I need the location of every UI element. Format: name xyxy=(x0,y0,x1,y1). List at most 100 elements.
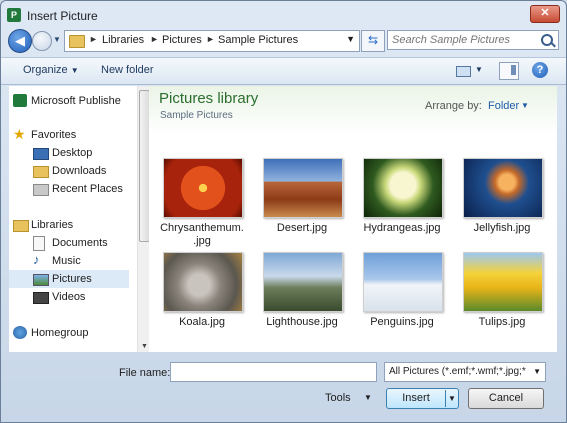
homegroup-icon xyxy=(13,326,27,339)
tools-chevron-down-icon[interactable]: ▼ xyxy=(364,393,372,402)
file-name: Hydrangeas.jpg xyxy=(363,222,441,234)
file-list: Pictures library Sample Pictures Arrange… xyxy=(149,86,557,352)
sidebar-item-label: Downloads xyxy=(52,165,107,177)
breadcrumb-sample-pictures[interactable]: Sample Pictures xyxy=(218,34,298,46)
jellyfish-thumbnail xyxy=(463,158,543,218)
sidebar-item-label: Documents xyxy=(52,237,108,249)
sidebar-item-label: Pictures xyxy=(52,273,92,285)
organize-button[interactable]: Organize ▼ xyxy=(23,64,79,76)
sidebar-item-label: Music xyxy=(52,255,81,267)
sidebar-item-recent-places[interactable]: Recent Places xyxy=(9,180,129,198)
desert-thumbnail xyxy=(263,158,343,218)
search-icon[interactable] xyxy=(541,34,553,46)
change-view-icon[interactable] xyxy=(456,66,471,77)
chrysanthemum-thumbnail xyxy=(163,158,243,218)
videos-icon xyxy=(33,292,49,304)
navigation-pane: Microsoft Publishe ★ Favorites Desktop D… xyxy=(9,86,150,352)
address-bar[interactable]: ► Libraries ► Pictures ► Sample Pictures… xyxy=(64,30,360,52)
recent-locations-chevron-icon[interactable]: ▼ xyxy=(53,35,61,44)
navigation-bar: ◀ ▼ ► Libraries ► Pictures ► Sample Pict… xyxy=(1,29,566,53)
insert-picture-dialog: P Insert Picture ✕ ◀ ▼ ► Libraries ► Pic… xyxy=(0,0,567,423)
sidebar-item-libraries[interactable]: Libraries xyxy=(9,216,129,234)
sidebar-item-pictures[interactable]: Pictures xyxy=(9,270,129,288)
sidebar-item-microsoft-publisher[interactable]: Microsoft Publishe xyxy=(9,92,129,110)
sidebar-item-label: Videos xyxy=(52,291,86,303)
recent-places-icon xyxy=(33,184,49,196)
view-options-chevron-icon[interactable]: ▼ xyxy=(475,65,483,74)
command-toolbar: Organize ▼ New folder ▼ ? xyxy=(1,57,566,85)
lighthouse-thumbnail xyxy=(263,252,343,312)
title-bar: P Insert Picture ✕ xyxy=(1,1,566,29)
sidebar-item-label: Microsoft Publishe xyxy=(31,95,121,107)
tools-button[interactable]: Tools xyxy=(325,392,351,404)
sidebar-item-favorites[interactable]: ★ Favorites xyxy=(9,126,129,144)
library-subtitle: Sample Pictures xyxy=(160,110,233,121)
music-icon: ♪ xyxy=(33,252,40,267)
breadcrumb-separator-icon[interactable]: ► xyxy=(150,34,159,44)
sidebar-item-label: Favorites xyxy=(31,129,77,141)
sidebar-item-downloads[interactable]: Downloads xyxy=(9,162,129,180)
documents-icon xyxy=(33,236,45,251)
file-name: Jellyfish.jpg xyxy=(473,222,531,234)
insert-options-chevron-icon[interactable]: ▼ xyxy=(448,389,456,408)
close-button[interactable]: ✕ xyxy=(530,5,560,23)
folder-icon xyxy=(69,35,85,48)
hydrangeas-thumbnail xyxy=(363,158,443,218)
sidebar-item-label: Libraries xyxy=(31,219,74,231)
file-name: Chrysanthemum. .jpg xyxy=(160,222,244,247)
insert-label: Insert xyxy=(402,392,430,404)
split-divider xyxy=(445,390,446,407)
search-box[interactable] xyxy=(387,30,559,50)
sidebar-item-music[interactable]: ♪ Music xyxy=(9,252,129,270)
forward-button[interactable] xyxy=(32,31,52,51)
desktop-icon xyxy=(33,148,49,160)
chevron-down-icon: ▼ xyxy=(70,66,79,75)
insert-button[interactable]: Insert ▼ xyxy=(386,388,459,409)
downloads-icon xyxy=(33,166,49,178)
sidebar-item-label: Recent Places xyxy=(52,183,123,195)
preview-pane-button[interactable] xyxy=(499,62,519,80)
koala-thumbnail xyxy=(163,252,243,312)
breadcrumb-pictures[interactable]: Pictures xyxy=(162,34,202,46)
scroll-down-arrow-icon[interactable]: ▼ xyxy=(141,343,148,350)
file-name-input[interactable] xyxy=(170,362,377,382)
refresh-button[interactable]: ⇆ xyxy=(361,30,385,52)
breadcrumb-libraries[interactable]: Libraries xyxy=(102,34,144,46)
file-name: Penguins.jpg xyxy=(370,316,434,328)
sidebar-item-label: Desktop xyxy=(52,147,93,159)
breadcrumb-separator-icon[interactable]: ► xyxy=(89,34,98,44)
back-button[interactable]: ◀ xyxy=(8,29,32,53)
file-name: Tulips.jpg xyxy=(478,316,526,328)
address-dropdown-icon[interactable]: ▼ xyxy=(346,34,355,44)
publisher-icon xyxy=(13,94,27,107)
file-name: Koala.jpg xyxy=(179,316,225,328)
organize-label: Organize xyxy=(23,64,68,76)
pictures-icon xyxy=(33,274,49,286)
sidebar-item-label: Homegroup xyxy=(31,327,89,339)
arrange-by-label: Arrange by: xyxy=(425,100,482,112)
file-name: Desert.jpg xyxy=(276,222,328,234)
tulips-thumbnail xyxy=(463,252,543,312)
file-type-filter-value: All Pictures (*.emf;*.wmf;*.jpg;* xyxy=(389,366,526,377)
dialog-footer: File name: All Pictures (*.emf;*.wmf;*.j… xyxy=(1,356,566,422)
sidebar-item-desktop[interactable]: Desktop xyxy=(9,144,129,162)
cancel-button[interactable]: Cancel xyxy=(468,388,544,409)
publisher-app-icon: P xyxy=(7,8,21,22)
sidebar-item-videos[interactable]: Videos xyxy=(9,288,129,306)
search-input[interactable] xyxy=(392,33,537,47)
help-button[interactable]: ? xyxy=(532,62,548,78)
breadcrumb-separator-icon[interactable]: ► xyxy=(206,34,215,44)
libraries-icon xyxy=(13,220,29,232)
sidebar-item-homegroup[interactable]: Homegroup xyxy=(9,324,129,342)
new-folder-button[interactable]: New folder xyxy=(101,64,154,76)
file-type-filter[interactable]: All Pictures (*.emf;*.wmf;*.jpg;* ▼ xyxy=(384,362,546,382)
file-name: Lighthouse.jpg xyxy=(266,316,338,328)
library-title: Pictures library xyxy=(159,90,259,107)
star-icon: ★ xyxy=(13,126,26,142)
arrange-by-dropdown[interactable]: Folder xyxy=(488,100,519,112)
sidebar-item-documents[interactable]: Documents xyxy=(9,234,129,252)
file-name-label: File name: xyxy=(119,367,171,379)
window-title: Insert Picture xyxy=(27,9,98,23)
penguins-thumbnail xyxy=(363,252,443,312)
chevron-down-icon[interactable]: ▼ xyxy=(521,101,529,110)
